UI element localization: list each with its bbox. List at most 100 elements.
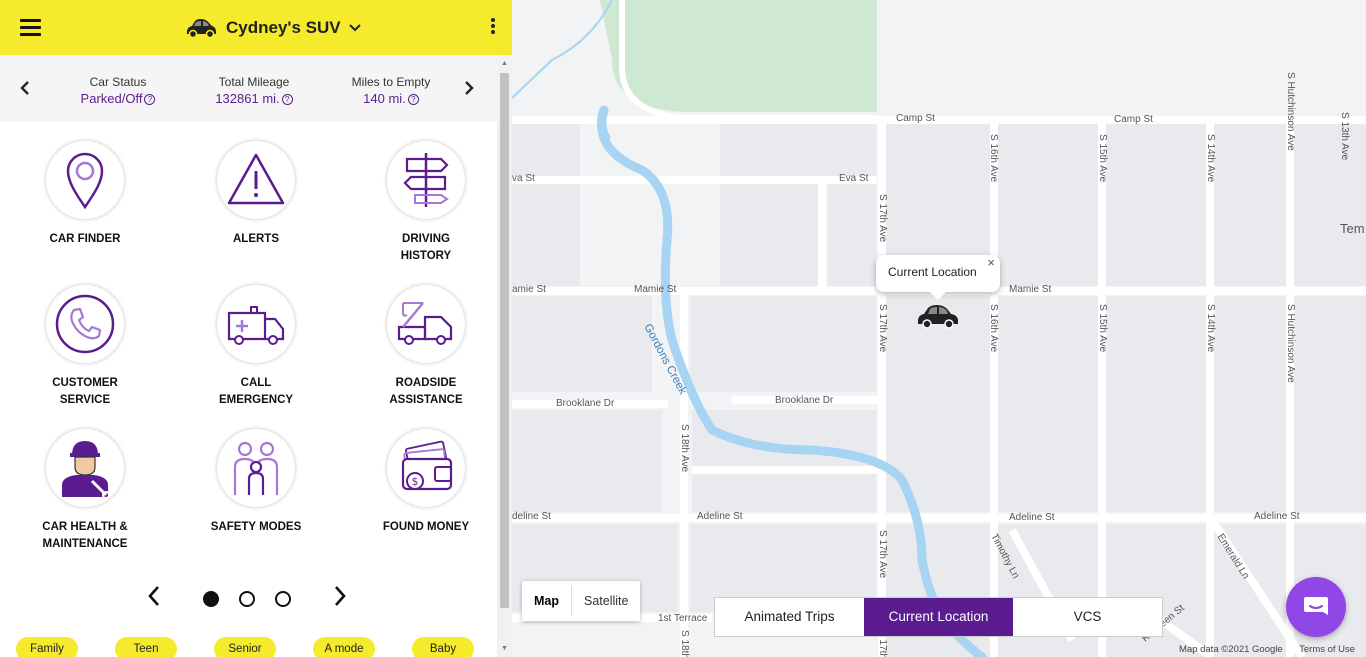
more-options-icon[interactable]: [489, 18, 497, 38]
map-view[interactable]: Camp St Camp St va St Eva St amie St Mam…: [512, 0, 1366, 657]
map-footer: Map data ©2021 Google Terms of Use: [1179, 644, 1366, 655]
tile-label-line: FOUND MONEY: [382, 521, 470, 533]
wallet-icon: $: [401, 440, 453, 491]
tile-driving-history[interactable]: DRIVING HISTORY: [351, 141, 501, 265]
help-icon[interactable]: ?: [407, 94, 419, 105]
map-type-satellite-button[interactable]: Satellite: [572, 581, 640, 621]
page-dot[interactable]: [203, 591, 219, 607]
street-label: S 16th Ave: [988, 304, 999, 353]
tile-label: DRIVING HISTORY: [351, 231, 501, 265]
car-status-stat: Car Status Parked/Off?: [63, 75, 173, 106]
tile-label-line: ROADSIDE: [395, 377, 457, 389]
tile-call-emergency[interactable]: CALL EMERGENCY: [181, 285, 331, 409]
street-label: Adeline St: [1009, 512, 1055, 523]
view-tabs: Animated Trips Current Location VCS: [714, 597, 1163, 637]
mechanic-icon: [62, 441, 110, 499]
warning-triangle-icon: [227, 153, 285, 205]
family-icon: [233, 441, 279, 495]
location-pin-icon: [66, 152, 104, 210]
map-type-control: Map Satellite: [522, 581, 641, 621]
street-label: Brooklane Dr: [556, 398, 615, 409]
tile-label-line: DRIVING: [402, 233, 450, 245]
tile-label-line: SERVICE: [59, 394, 111, 406]
street-label: Eva St: [839, 173, 869, 184]
street-label: S 13th Ave: [1339, 112, 1350, 161]
street-label: S Hutchinson Ave: [1285, 304, 1296, 383]
side-panel: Cydney's SUV Car Status Parked/Off? Tota…: [0, 0, 512, 657]
tile-icon-circle: $: [387, 429, 465, 507]
tile-icon-circle: [217, 141, 295, 219]
top-bar: Cydney's SUV: [0, 0, 512, 55]
tile-found-money[interactable]: $ FOUND MONEY: [351, 429, 501, 536]
chat-button[interactable]: [1286, 577, 1346, 637]
page-dot[interactable]: [239, 591, 255, 607]
street-label: Mamie St: [1009, 284, 1052, 295]
tab-current-location[interactable]: Current Location: [864, 598, 1013, 636]
tile-label-line: EMERGENCY: [218, 394, 294, 406]
street-label: Camp St: [1114, 114, 1153, 125]
tile-label: CUSTOMER SERVICE: [10, 375, 160, 409]
tile-car-health[interactable]: CAR HEALTH & MAINTENANCE: [10, 429, 160, 553]
app-window: Cydney's SUV Car Status Parked/Off? Tota…: [0, 0, 1366, 657]
tile-customer-service[interactable]: CUSTOMER SERVICE: [10, 285, 160, 409]
scroll-up-icon[interactable]: ▲: [500, 59, 509, 68]
chevron-left-icon[interactable]: [146, 584, 162, 608]
tile-car-finder[interactable]: CAR FINDER: [10, 141, 160, 248]
tab-animated-trips[interactable]: Animated Trips: [715, 598, 864, 636]
tile-label-line: MAINTENANCE: [42, 538, 128, 550]
terms-link[interactable]: Terms of Use: [1299, 644, 1355, 655]
help-icon[interactable]: ?: [281, 94, 293, 105]
street-label: deline St: [512, 511, 551, 522]
tow-truck-icon: [397, 302, 453, 345]
mode-baby-button[interactable]: Baby: [412, 637, 474, 657]
tile-label-line: CALL: [240, 377, 272, 389]
miles-to-empty-stat: Miles to Empty 140 mi.?: [336, 75, 446, 106]
total-mileage-stat: Total Mileage 132861 mi.?: [199, 75, 309, 106]
street-label: S 17th Ave: [877, 304, 888, 353]
tile-label-line: ALERTS: [233, 233, 279, 245]
car-icon: [187, 19, 216, 39]
scroll-thumb[interactable]: [500, 73, 509, 608]
chevron-right-icon[interactable]: [462, 80, 476, 96]
mode-teen-button[interactable]: Teen: [115, 637, 177, 657]
mode-a-mode-button[interactable]: A mode: [313, 637, 375, 657]
page-dot[interactable]: [275, 591, 291, 607]
map-type-map-button[interactable]: Map: [522, 581, 571, 621]
street-label: 1st Terrace: [658, 613, 708, 624]
tile-label-line: HISTORY: [400, 250, 452, 262]
help-icon[interactable]: ?: [144, 94, 156, 105]
street-label: S 17th Ave: [877, 194, 888, 243]
close-icon[interactable]: ×: [987, 255, 995, 270]
street-label: va St: [512, 173, 535, 184]
vehicle-selector[interactable]: Cydney's SUV: [184, 14, 361, 42]
street-label: S 18th Ave: [679, 630, 690, 657]
tile-roadside-assistance[interactable]: ROADSIDE ASSISTANCE: [351, 285, 501, 409]
tile-label-line: SAFETY MODES: [210, 521, 302, 533]
tile-icon-circle: [46, 141, 124, 219]
street-label: S 15th Ave: [1097, 134, 1108, 183]
tile-label-line: ASSISTANCE: [389, 394, 463, 406]
tile-label: FOUND MONEY: [351, 519, 501, 536]
mode-family-button[interactable]: Family: [16, 637, 78, 657]
panel-scrollbar[interactable]: ▲ ▼: [497, 55, 512, 657]
chat-bubble-icon: [1304, 597, 1328, 615]
street-label: Adeline St: [697, 511, 743, 522]
car-marker-icon[interactable]: [916, 303, 960, 329]
tile-label: SAFETY MODES: [181, 519, 331, 536]
hamburger-menu-icon[interactable]: [20, 19, 41, 36]
mode-senior-button[interactable]: Senior: [214, 637, 276, 657]
street-label: S Hutchinson Ave: [1285, 72, 1296, 151]
street-label: Camp St: [896, 113, 935, 124]
chevron-left-icon[interactable]: [18, 80, 32, 96]
stat-value-row: 140 mi.?: [336, 91, 446, 106]
tile-alerts[interactable]: ALERTS: [181, 141, 331, 248]
vehicle-status-strip: Car Status Parked/Off? Total Mileage 132…: [0, 55, 497, 122]
chevron-right-icon[interactable]: [332, 584, 348, 608]
tile-pager: [140, 582, 360, 610]
stat-value: Parked/Off: [80, 91, 143, 106]
street-label: S 18th Ave: [679, 424, 690, 473]
scroll-down-icon[interactable]: ▼: [500, 644, 509, 653]
tile-safety-modes[interactable]: SAFETY MODES: [181, 429, 331, 536]
tab-vcs[interactable]: VCS: [1013, 598, 1162, 636]
tile-icon-circle: [46, 285, 124, 363]
